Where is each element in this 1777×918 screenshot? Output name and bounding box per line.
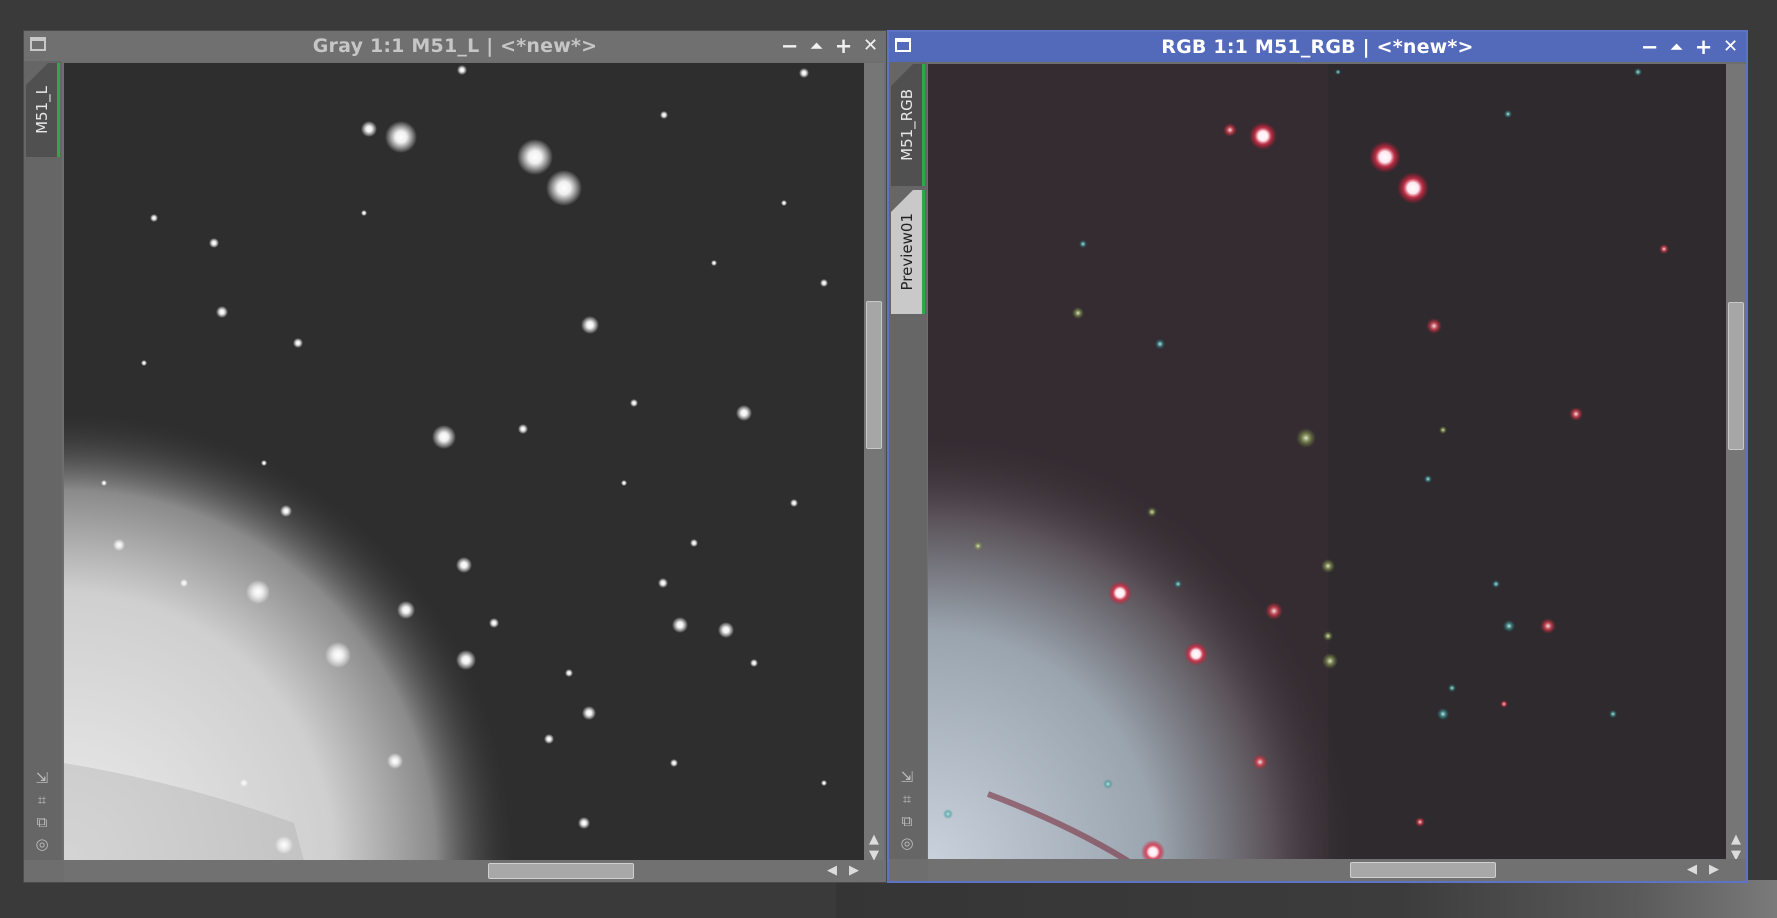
horizontal-scroll-thumb[interactable] <box>488 863 634 879</box>
horizontal-scroll-thumb[interactable] <box>1350 862 1496 878</box>
window-icon[interactable] <box>30 37 46 51</box>
scroll-up-icon[interactable]: ▲ <box>1728 833 1744 847</box>
vertical-scroll-thumb[interactable] <box>1728 302 1744 450</box>
tab-m51-l[interactable]: M51_L <box>26 63 60 157</box>
fit-view-icon[interactable]: ⇲ <box>34 770 50 786</box>
minimize-icon[interactable]: − <box>1640 35 1659 59</box>
image-window-m51-rgb[interactable]: RGB 1:1 M51_RGB | <*new*> − ⏶ + ✕ M51_RG… <box>887 30 1748 883</box>
target-icon[interactable]: ◎ <box>899 835 915 851</box>
scroll-left-icon[interactable]: ◀ <box>1684 863 1700 877</box>
view-tab-strip: M51_L ⇲ ⌗ ⧉ ◎ <box>24 61 62 860</box>
close-icon[interactable]: ✕ <box>861 34 880 58</box>
scroll-up-icon[interactable]: ▲ <box>866 833 882 847</box>
image-window-m51-l[interactable]: Gray 1:1 M51_L | <*new*> − ⏶ + ✕ M51_L ⇲… <box>23 30 887 883</box>
tab-preview01[interactable]: Preview01 <box>891 190 925 314</box>
window-title: Gray 1:1 M51_L | <*new*> <box>312 35 598 57</box>
scroll-right-icon[interactable]: ▶ <box>846 864 862 878</box>
window-titlebar[interactable]: RGB 1:1 M51_RGB | <*new*> − ⏶ + ✕ <box>889 32 1746 62</box>
scroll-left-icon[interactable]: ◀ <box>824 864 840 878</box>
window-icon[interactable] <box>895 38 911 52</box>
maximize-icon[interactable]: + <box>834 34 853 58</box>
target-icon[interactable]: ◎ <box>34 836 50 852</box>
maximize-icon[interactable]: + <box>1694 35 1713 59</box>
zoom-icon[interactable]: ⌗ <box>899 791 915 807</box>
tab-m51-rgb[interactable]: M51_RGB <box>891 64 925 186</box>
view-tab-strip: M51_RGB Preview01 ⇲ ⌗ ⧉ ◎ <box>889 62 927 859</box>
rgb-starfield-image <box>928 64 1726 861</box>
window-titlebar[interactable]: Gray 1:1 M51_L | <*new*> − ⏶ + ✕ <box>24 31 886 61</box>
tab-label: M51_RGB <box>897 89 916 161</box>
tab-label: M51_L <box>32 86 51 134</box>
tab-label: Preview01 <box>897 213 916 291</box>
vertical-scrollbar[interactable]: ▲ ▼ <box>864 63 884 863</box>
shade-icon[interactable]: ⏶ <box>807 34 826 58</box>
vertical-scroll-thumb[interactable] <box>866 301 882 449</box>
vertical-scrollbar[interactable]: ▲ ▼ <box>1726 64 1746 863</box>
fit-view-icon[interactable]: ⇲ <box>899 769 915 785</box>
scroll-right-icon[interactable]: ▶ <box>1706 863 1722 877</box>
gray-starfield-image <box>64 63 864 861</box>
desktop-background <box>836 880 1777 918</box>
image-canvas-rgb[interactable] <box>928 64 1726 861</box>
window-title: RGB 1:1 M51_RGB | <*new*> <box>1161 36 1474 58</box>
horizontal-scrollbar[interactable]: ◀ ▶ <box>928 859 1746 881</box>
zoom-icon[interactable]: ⌗ <box>34 792 50 808</box>
clone-icon[interactable]: ⧉ <box>899 813 915 829</box>
image-canvas-gray[interactable] <box>64 63 864 861</box>
clone-icon[interactable]: ⧉ <box>34 814 50 830</box>
close-icon[interactable]: ✕ <box>1721 35 1740 59</box>
minimize-icon[interactable]: − <box>780 34 799 58</box>
shade-icon[interactable]: ⏶ <box>1667 35 1686 59</box>
horizontal-scrollbar[interactable]: ◀ ▶ <box>64 860 886 882</box>
